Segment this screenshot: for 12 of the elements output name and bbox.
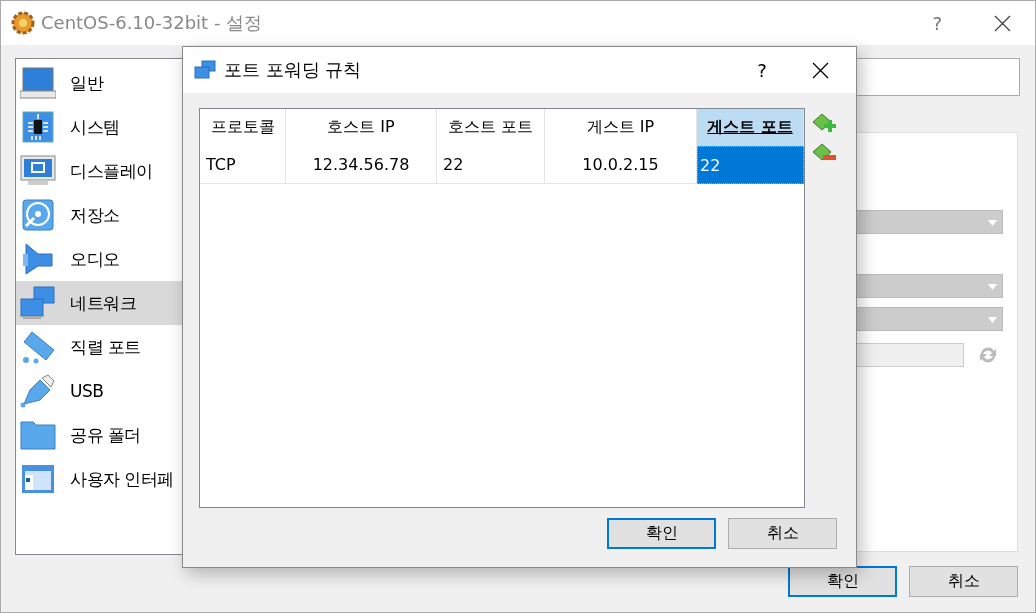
window-title: CentOS-6.10-32bit - 설정	[41, 11, 264, 35]
dialog-title: 포트 포워딩 규칙	[224, 58, 363, 82]
sidebar-item-label: 일반	[70, 71, 103, 95]
sidebar-item-label: 디스플레이	[70, 159, 153, 183]
sidebar-item-label: 저장소	[70, 203, 120, 227]
sidebar-item-label: USB	[70, 381, 104, 401]
sidebar-item-label: 직렬 포트	[70, 335, 141, 359]
sidebar-item-label: 사용자 인터페	[70, 467, 174, 491]
sidebar-item-label: 공유 폴더	[70, 423, 141, 447]
sidebar-item-label: 시스템	[70, 115, 120, 139]
sidebar-item-label: 오디오	[70, 247, 120, 271]
sidebar-item-label: 네트워크	[70, 291, 136, 315]
